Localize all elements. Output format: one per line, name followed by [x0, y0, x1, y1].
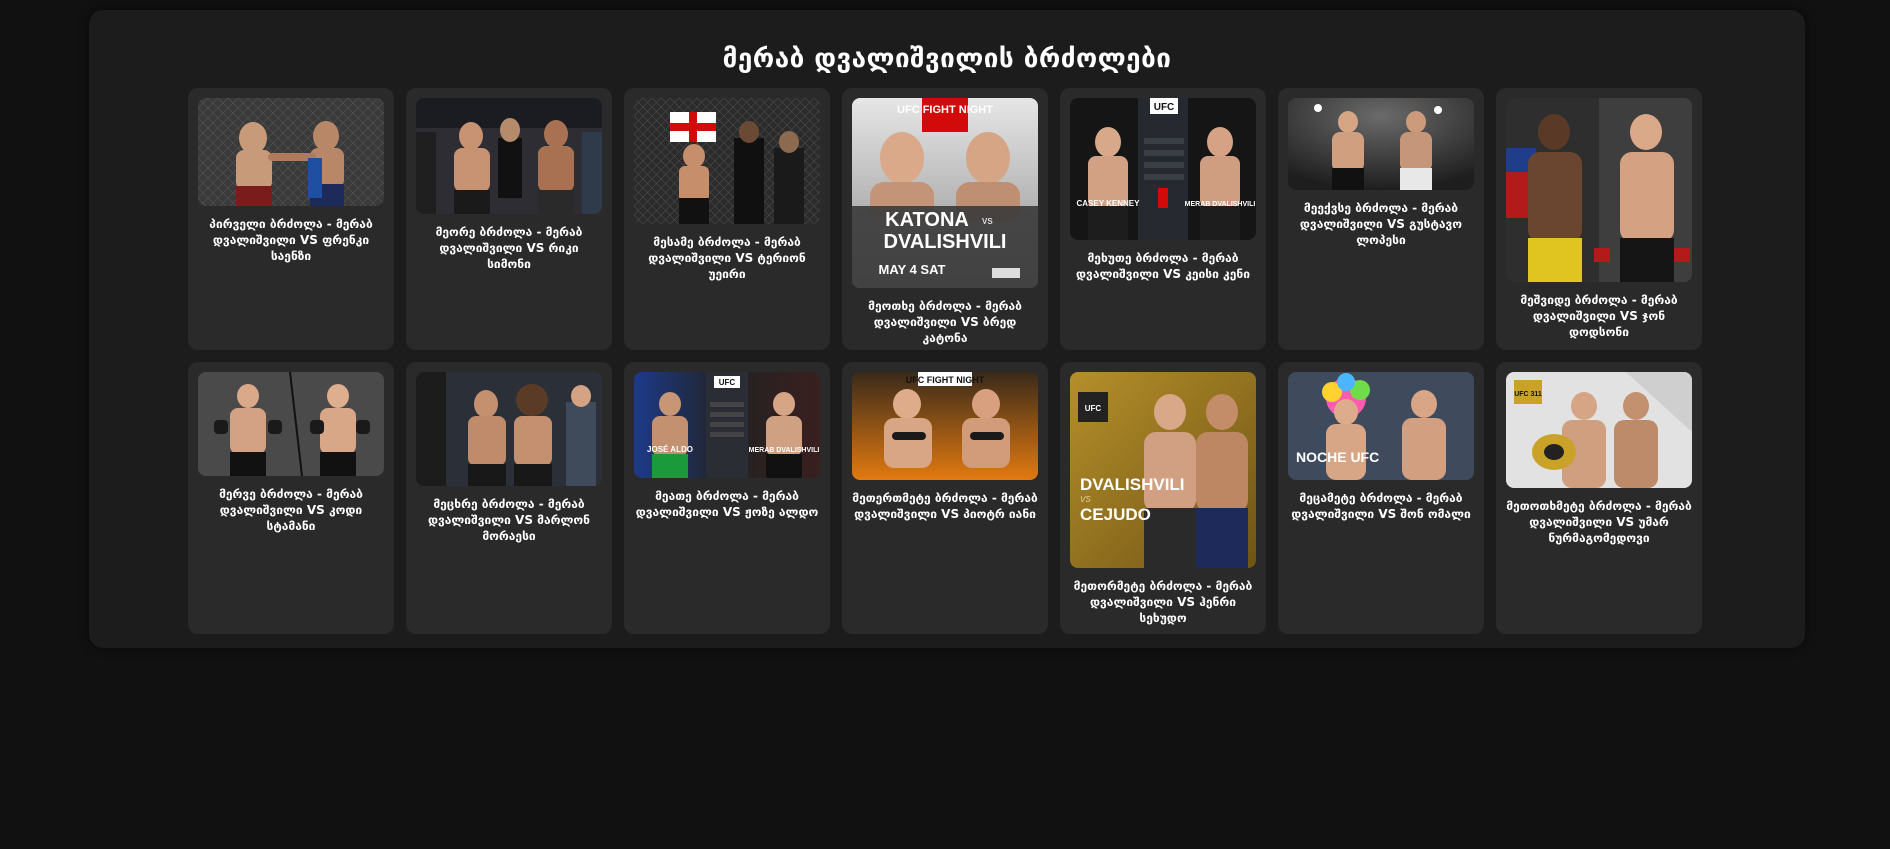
fight-card-12[interactable]: UFC DVALISHVILI VS CEJUDO მეთორმეტე ბრძო…: [1060, 362, 1266, 634]
poster-5-name2: MERAB DVALISHVILI: [1185, 201, 1256, 208]
fight-caption-14: მეთოთხმეტე ბრძოლა - მერაბ დვალიშვილი VS …: [1506, 499, 1692, 545]
poster-4-name1: KATONA: [885, 209, 969, 231]
fight-card-8[interactable]: მერვე ბრძოლა - მერაბ დვალიშვილი VS კოდი …: [188, 362, 394, 634]
fight-poster-5: UFC CASEY KENNEY MERAB DVALISHVILI: [1070, 98, 1256, 240]
fight-photo-1: [198, 98, 384, 206]
fight-caption-1: პირველი ბრძოლა - მერაბ დვალიშვილი VS ფრე…: [209, 217, 373, 263]
fight-card-11[interactable]: UFC FIGHT NIGHT მეთერთმეტე ბრძოლა - მერა…: [842, 362, 1048, 634]
poster-4-date: MAY 4 SAT: [879, 262, 946, 277]
fights-grid: პირველი ბრძოლა - მერაბ დვალიშვილი VS ფრე…: [188, 88, 1706, 634]
fight-caption-6: მეექვსე ბრძოლა - მერაბ დვალიშვილი VS გუს…: [1299, 201, 1463, 247]
poster-13-badge: NOCHE UFC: [1296, 449, 1379, 465]
fight-caption-4: მეოთხე ბრძოლა - მერაბ დვალიშვილი VS ბრედ…: [868, 299, 1022, 345]
poster-10-name1: JOSÉ ALDO: [647, 445, 693, 454]
fight-card-5[interactable]: UFC CASEY KENNEY MERAB DVALISHVILI მეხუთ…: [1060, 88, 1266, 350]
fight-card-1[interactable]: პირველი ბრძოლა - მერაბ დვალიშვილი VS ფრე…: [188, 88, 394, 350]
poster-4-badge: UFC FIGHT NIGHT: [897, 104, 993, 116]
fight-caption-10: მეათე ბრძოლა - მერაბ დვალიშვილი VS ჟოზე …: [635, 489, 819, 519]
poster-5-name1: CASEY KENNEY: [1077, 199, 1141, 208]
fight-caption-11: მეთერთმეტე ბრძოლა - მერაბ დვალიშვილი VS …: [852, 491, 1038, 521]
poster-12-badge: UFC: [1085, 404, 1102, 413]
fight-poster-12: UFC DVALISHVILI VS CEJUDO: [1070, 372, 1256, 568]
fight-photo-2: [416, 98, 602, 214]
fight-caption-13: მეცამეტე ბრძოლა - მერაბ დვალიშვილი VS შო…: [1291, 491, 1471, 521]
poster-12-name1: DVALISHVILI: [1080, 475, 1185, 494]
fight-card-9[interactable]: მეცხრე ბრძოლა - მერაბ დვალიშვილი VS მარლ…: [406, 362, 612, 634]
fight-caption-8: მერვე ბრძოლა - მერაბ დვალიშვილი VS კოდი …: [219, 487, 363, 533]
fight-caption-9: მეცხრე ბრძოლა - მერაბ დვალიშვილი VS მარლ…: [427, 497, 590, 543]
fight-photo-6: [1288, 98, 1474, 190]
poster-14-badge: UFC 311: [1514, 391, 1542, 398]
fight-caption-7: მეშვიდე ბრძოლა - მერაბ დვალიშვილი VS ჯონ…: [1520, 293, 1678, 339]
fights-panel: მერაბ დვალიშვილის ბრძოლები პირველი ბრძოლ…: [89, 10, 1805, 648]
fight-poster-14: UFC 311: [1506, 372, 1692, 488]
fight-poster-11: UFC FIGHT NIGHT: [852, 372, 1038, 480]
fight-card-3[interactable]: მესამე ბრძოლა - მერაბ დვალიშვილი VS ტერი…: [624, 88, 830, 350]
fight-caption-2: მეორე ბრძოლა - მერაბ დვალიშვილი VS რიკი …: [435, 225, 583, 271]
poster-11-badge: UFC FIGHT NIGHT: [906, 375, 985, 385]
fight-poster-10: UFC JOSÉ ALDO MERAB DVALISHVILI: [634, 372, 820, 478]
fight-caption-12: მეთორმეტე ბრძოლა - მერაბ დვალიშვილი VS ჰ…: [1073, 579, 1253, 625]
fight-card-7[interactable]: მეშვიდე ბრძოლა - მერაბ დვალიშვილი VS ჯონ…: [1496, 88, 1702, 350]
fight-photo-8: [198, 372, 384, 476]
fight-poster-4: UFC FIGHT NIGHT KATONA VS DVALISHVILI MA…: [852, 98, 1038, 288]
poster-4-name2: DVALISHVILI: [884, 231, 1007, 253]
fight-photo-13: NOCHE UFC: [1288, 372, 1474, 480]
fight-caption-3: მესამე ბრძოლა - მერაბ დვალიშვილი VS ტერი…: [648, 235, 806, 281]
fight-card-13[interactable]: NOCHE UFC მეცამეტე ბრძოლა - მერაბ დვალიშ…: [1278, 362, 1484, 634]
fight-card-14[interactable]: UFC 311 მეთოთხმეტე ბრძოლა - მერაბ დვალიშ…: [1496, 362, 1702, 634]
poster-4-vs: VS: [982, 217, 993, 226]
fight-card-2[interactable]: მეორე ბრძოლა - მერაბ დვალიშვილი VS რიკი …: [406, 88, 612, 350]
fight-card-6[interactable]: მეექვსე ბრძოლა - მერაბ დვალიშვილი VS გუს…: [1278, 88, 1484, 350]
fight-caption-5: მეხუთე ბრძოლა - მერაბ დვალიშვილი VS კეის…: [1076, 251, 1250, 281]
fight-photo-3: [634, 98, 820, 224]
poster-12-vs: VS: [1080, 495, 1091, 504]
fight-photo-9: [416, 372, 602, 486]
page-title: მერაბ დვალიშვილის ბრძოლები: [722, 44, 1172, 74]
fight-card-10[interactable]: UFC JOSÉ ALDO MERAB DVALISHVILI მეათე ბრ…: [624, 362, 830, 634]
poster-10-badge: UFC: [719, 378, 736, 387]
poster-5-badge: UFC: [1154, 102, 1175, 113]
poster-12-name2: CEJUDO: [1080, 505, 1151, 524]
poster-10-name2: MERAB DVALISHVILI: [749, 447, 820, 454]
fight-photo-7: [1506, 98, 1692, 282]
fight-card-4[interactable]: UFC FIGHT NIGHT KATONA VS DVALISHVILI MA…: [842, 88, 1048, 350]
